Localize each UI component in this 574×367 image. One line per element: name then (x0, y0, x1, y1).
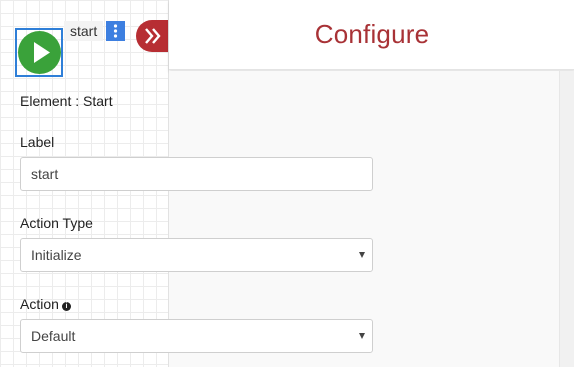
kebab-menu-icon (113, 24, 118, 38)
start-node[interactable] (18, 31, 61, 74)
panel-scrollbar[interactable] (559, 71, 574, 367)
caret-down-icon (359, 252, 365, 258)
action-type-select[interactable]: Initialize (20, 238, 373, 272)
caret-down-icon (359, 333, 365, 339)
element-caption: Element : Start (20, 93, 113, 109)
panel-title: Configure (169, 0, 574, 70)
action-value: Default (31, 328, 76, 344)
play-icon (34, 42, 50, 63)
action-label-text: Action (20, 296, 59, 312)
action-select[interactable]: Default (20, 319, 373, 353)
action-type-label: Action Type (20, 215, 93, 231)
label-field-label: Label (20, 134, 55, 150)
start-node-label[interactable]: start (64, 21, 104, 41)
collapse-panel-button[interactable] (136, 20, 170, 52)
action-label: Action i (20, 296, 71, 312)
double-chevron-right-icon (145, 28, 161, 44)
label-input[interactable]: start (20, 157, 373, 191)
node-menu-button[interactable] (106, 21, 125, 41)
info-icon[interactable]: i (61, 302, 71, 311)
action-type-value: Initialize (31, 247, 82, 263)
